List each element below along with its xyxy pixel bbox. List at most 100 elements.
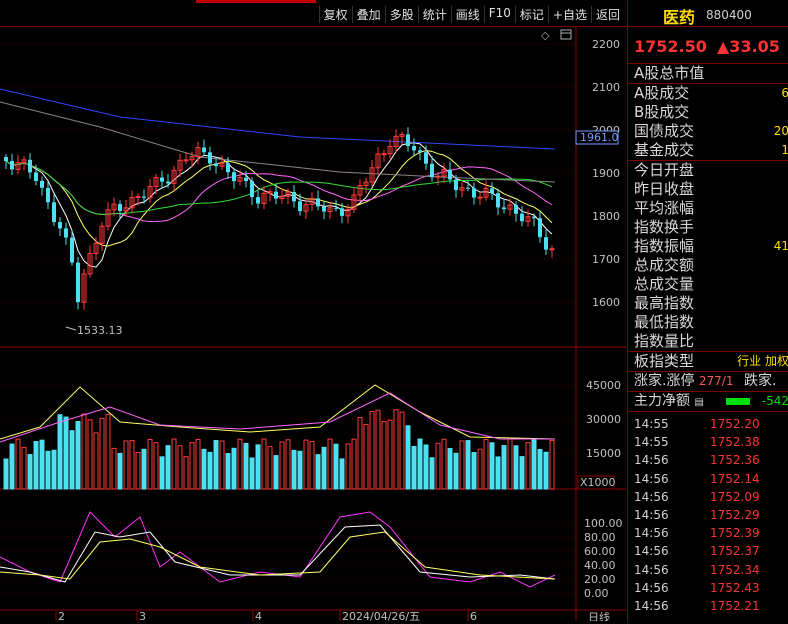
toolbar-f10-button[interactable]: F10 xyxy=(483,6,515,23)
volume-bar xyxy=(243,442,249,490)
candle-body xyxy=(274,191,278,199)
candle-body xyxy=(166,181,170,184)
candle-body xyxy=(454,179,458,191)
volume-bar xyxy=(297,450,303,490)
tick-row: 14:56 1752.29 xyxy=(628,506,788,524)
volume-bar xyxy=(513,445,519,490)
tick-time: 14:56 xyxy=(634,580,669,595)
diamond-icon[interactable]: ◇ xyxy=(541,29,550,42)
candle-body xyxy=(142,196,146,198)
tick-price: 1752.36 xyxy=(710,453,760,468)
price-box: 1752.50 ▲33.05 xyxy=(628,27,788,64)
stat-label: 昨日收盘 xyxy=(634,180,695,198)
kline-chart-area[interactable]: 2200210020001900180017001600450003000015… xyxy=(0,27,626,624)
current-price: 1752.50 xyxy=(634,37,707,56)
tick-time: 14:55 xyxy=(634,417,669,431)
stat-value: 20 xyxy=(773,124,788,138)
toolbar-stats-button[interactable]: 统计 xyxy=(417,6,451,23)
kdj-axis-label: 0.00 xyxy=(584,587,609,600)
tick-row: 14:56 1752.37 xyxy=(628,542,788,560)
volume-bar xyxy=(117,452,123,490)
candle-body xyxy=(490,188,494,194)
stat-row: 指数振幅 41 xyxy=(628,237,788,256)
candle-body xyxy=(118,204,122,211)
kline-svg[interactable]: 2200210020001900180017001600450003000015… xyxy=(0,27,626,624)
candle-body xyxy=(226,163,230,173)
toolbar-restore-button[interactable]: 复权 xyxy=(318,6,352,23)
candle-body xyxy=(46,187,50,203)
stat-label: 最低指数 xyxy=(634,313,695,331)
candle-body xyxy=(232,172,236,182)
toolbar-overlay-button[interactable]: 叠加 xyxy=(351,6,385,23)
toolbar-menu: 复权 叠加 多股 统计 画线 F10 标记 +自选 返回 xyxy=(318,6,624,23)
tick-time: 14:56 xyxy=(634,471,669,486)
candle-body xyxy=(334,207,338,209)
candle-body xyxy=(202,147,206,153)
stat-row: 最高指数 xyxy=(628,294,788,313)
candle-body xyxy=(544,237,548,250)
volume-bar xyxy=(471,452,477,490)
volume-bar xyxy=(465,440,471,490)
toolbar-back-button[interactable]: 返回 xyxy=(590,6,624,23)
volume-bar xyxy=(489,442,495,490)
tick-row: 14:56 1752.43 xyxy=(628,579,788,597)
stat-label: 板指类型 xyxy=(634,352,695,370)
mainflow-list-icon[interactable]: ▤ xyxy=(694,397,703,408)
candle-body xyxy=(34,172,38,181)
stat-value: 1 xyxy=(781,143,788,157)
kdj-axis-label: 80.00 xyxy=(584,531,616,544)
stat-label: 基金成交 xyxy=(634,141,695,159)
mainflow-row: 主力净额 ▤ -542 xyxy=(628,392,788,412)
volume-bar xyxy=(225,453,231,490)
stat-row: 基金成交 1 xyxy=(628,141,788,161)
updown-label: 涨家.涨停 xyxy=(634,373,695,389)
volume-bar xyxy=(75,421,81,490)
stats-list: A股总市值 A股成交 6 B股成交 国债成交 20 基金成交 1 今日开盘 昨日收盘 平均涨幅 指数换… xyxy=(628,64,788,372)
tick-row: 14:56 1752.09 xyxy=(628,488,788,506)
tick-time: 14:56 xyxy=(634,544,669,559)
candle-body xyxy=(496,193,500,208)
stat-row: 国债成交 20 xyxy=(628,122,788,141)
tick-row: 14:56 1752.39 xyxy=(628,524,788,542)
volume-bar xyxy=(9,443,15,490)
stat-value: 行业 加权 xyxy=(737,354,788,368)
candle-body xyxy=(424,152,428,164)
index-name: 医药 xyxy=(663,8,696,27)
toolbar-multi-stock-button[interactable]: 多股 xyxy=(384,6,418,23)
candle-body xyxy=(40,180,44,188)
price-axis-label: 2100 xyxy=(592,81,620,94)
candle-body xyxy=(406,134,410,147)
volume-bar xyxy=(165,445,171,490)
low-price-label: 1533.13 xyxy=(77,324,123,337)
tick-row: 14:55 1752.20 xyxy=(628,415,788,433)
price-change: ▲33.05 xyxy=(717,37,780,56)
volume-bar xyxy=(63,416,69,490)
candle-body xyxy=(381,153,387,156)
volume-bar xyxy=(495,456,501,490)
stat-row: 最低指数 xyxy=(628,313,788,332)
candle-body xyxy=(214,163,218,167)
toolbar-draw-button[interactable]: 画线 xyxy=(450,6,484,23)
candle-body xyxy=(10,161,14,170)
volume-bar xyxy=(501,445,507,490)
tick-price: 1752.38 xyxy=(710,435,760,450)
tick-row: 14:56 1752.34 xyxy=(628,561,788,579)
candle-body xyxy=(448,169,452,180)
volume-bar xyxy=(159,456,165,490)
mainflow-value: -542 xyxy=(761,394,788,408)
candle-body xyxy=(135,196,141,199)
stat-label: 指数量比 xyxy=(634,332,695,350)
candle-body xyxy=(477,196,483,199)
volume-bar xyxy=(417,438,423,490)
volume-bar xyxy=(27,454,33,490)
toolbar-add-watchlist-button[interactable]: +自选 xyxy=(547,6,591,23)
current-price-tag-text: 1961.0 xyxy=(580,131,619,144)
stat-value: 41 xyxy=(773,239,788,253)
stat-label: 总成交量 xyxy=(634,275,695,293)
candle-body xyxy=(549,248,555,251)
toolbar-mark-button[interactable]: 标记 xyxy=(514,6,548,23)
period-label[interactable]: 日线 xyxy=(588,610,610,624)
candle-body xyxy=(183,159,189,162)
stat-label: A股总市值 xyxy=(634,64,705,82)
date-axis-label: 3 xyxy=(139,610,146,621)
